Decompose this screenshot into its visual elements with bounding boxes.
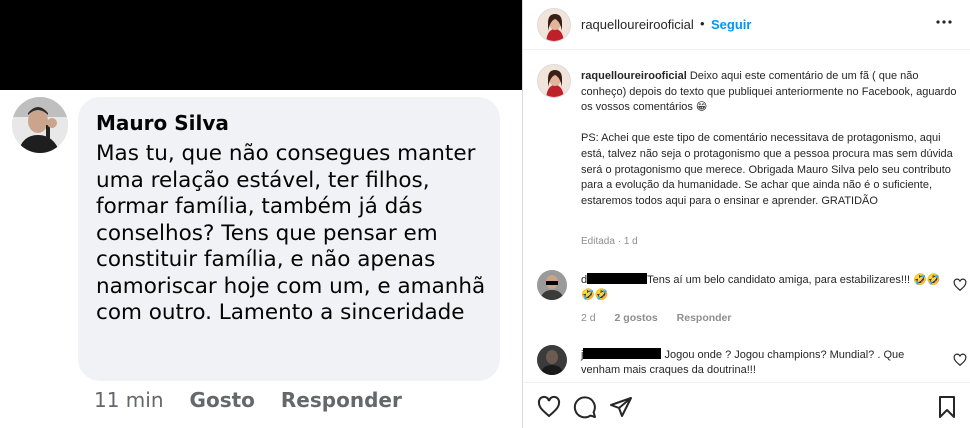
- edited-dot: ·: [617, 236, 622, 247]
- post-caption: raquelloureirooficial Deixo aqui este co…: [581, 69, 957, 209]
- list-item: j Jogou onde ? Jogou champions? Mundial?…: [537, 345, 967, 379]
- caption-text-part2: PS: Achei que este tipo de comentário ne…: [581, 132, 953, 207]
- follow-button[interactable]: Seguir: [711, 17, 751, 32]
- comment-time[interactable]: 2 d: [581, 312, 596, 324]
- embedded-facebook-comment-image: Mauro Silva Mas tu, que não consegues ma…: [0, 0, 522, 428]
- comment-text: d Tens aí um belo candidato amiga, para e…: [581, 273, 941, 302]
- heart-icon[interactable]: [537, 395, 561, 419]
- commenter-avatar[interactable]: [537, 270, 567, 300]
- more-horizontal-icon[interactable]: [935, 12, 953, 32]
- profile-avatar[interactable]: [537, 8, 571, 42]
- caption-avatar[interactable]: [537, 64, 571, 98]
- comment-icon[interactable]: [573, 395, 597, 419]
- comment-actions: 11 min Gosto Responder: [94, 388, 402, 412]
- redacted-username: [583, 348, 662, 359]
- black-banner: [0, 0, 522, 90]
- commenter-avatar[interactable]: [537, 345, 567, 375]
- comment-bubble: Mauro Silva Mas tu, que não consegues ma…: [78, 97, 500, 381]
- heart-icon[interactable]: [953, 278, 967, 292]
- comment-author[interactable]: Mauro Silva: [96, 111, 229, 135]
- instagram-post-panel: raquelloureirooficial • Seguir raquellou…: [522, 0, 970, 428]
- separator-dot: •: [700, 16, 705, 31]
- redacted-username: [587, 273, 648, 284]
- edited-time[interactable]: 1 d: [624, 236, 638, 247]
- post-header: raquelloureirooficial • Seguir: [523, 0, 970, 50]
- profile-username[interactable]: raquelloureirooficial: [581, 17, 694, 32]
- like-link[interactable]: Gosto: [190, 388, 255, 412]
- comment-text: j Jogou onde ? Jogou champions? Mundial?…: [581, 348, 941, 377]
- reply-link[interactable]: Responder: [281, 388, 402, 412]
- list-item: d Tens aí um belo candidato amiga, para e…: [537, 270, 967, 330]
- caption-meta: Editada · 1 d: [581, 236, 638, 247]
- caption-username[interactable]: raquelloureirooficial: [581, 70, 687, 82]
- commenter-avatar: [12, 97, 68, 153]
- post-action-bar: [523, 382, 970, 428]
- comment-meta: 2 d 2 gostos Responder: [581, 312, 747, 324]
- bookmark-icon[interactable]: [935, 395, 959, 419]
- share-icon[interactable]: [609, 395, 633, 419]
- comment-time: 11 min: [94, 388, 164, 412]
- heart-icon[interactable]: [953, 353, 967, 367]
- comment-text: Mas tu, que não consegues manter uma rel…: [96, 141, 486, 325]
- reply-button[interactable]: Responder: [677, 312, 732, 324]
- comment-likes[interactable]: 2 gostos: [615, 312, 658, 324]
- edited-label: Editada: [581, 236, 615, 247]
